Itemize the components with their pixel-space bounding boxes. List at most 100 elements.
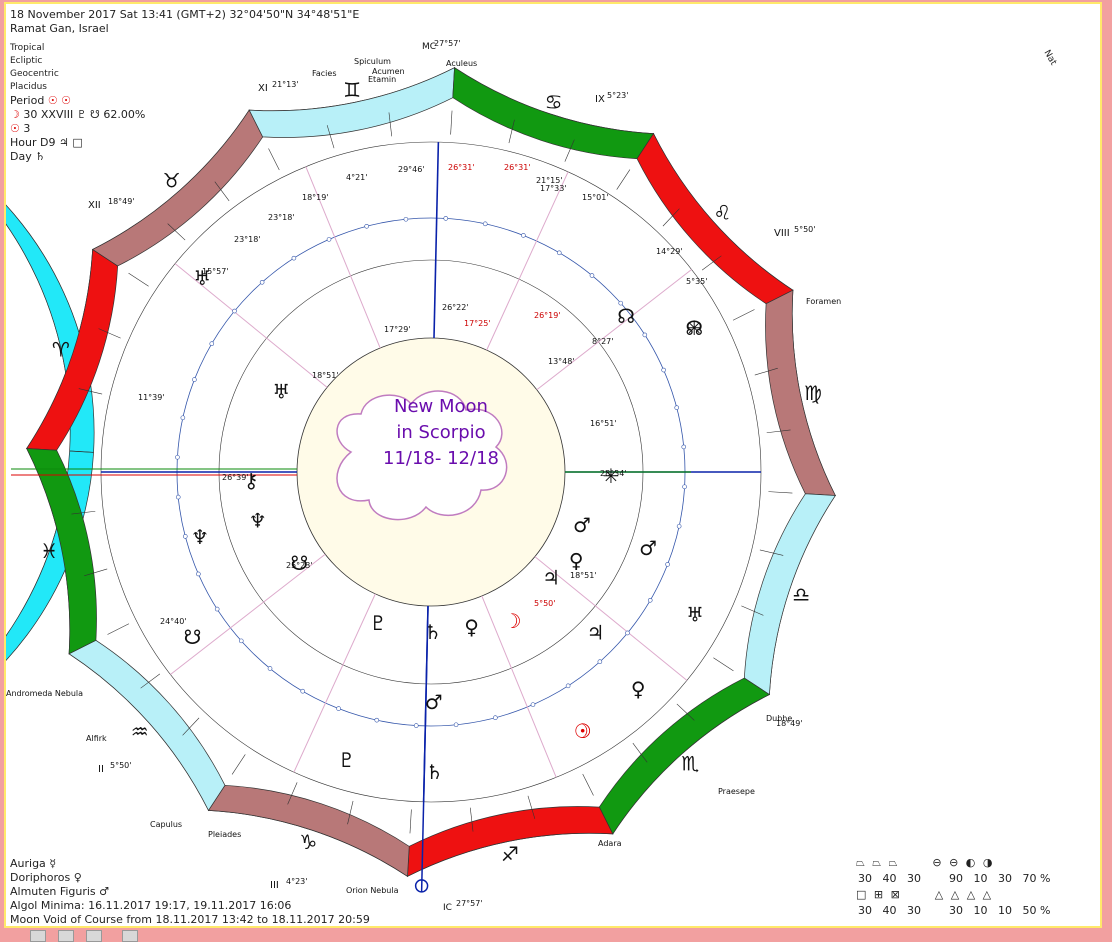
fixed-star-label: Aculeus [446,59,477,68]
aspect-dot [682,484,687,490]
fixed-star-label: Adara [598,839,622,848]
cusp-xii-label: XII [88,200,101,211]
aspect-dot [364,223,369,229]
cusp-xi-degree-label: 21°13' [272,80,299,89]
planet-degree-label: 23°18' [234,235,261,244]
toolbar-button-2[interactable] [58,930,74,942]
mc-degree-label: 27°57' [434,39,461,48]
aspect-dot [443,216,449,221]
planet-degree-label: 16°51' [590,419,617,428]
aspect-dot [493,715,498,721]
venus-icon: ♀ [73,871,82,884]
uranus-inner-glyph-icon: ♅ [272,379,290,403]
vertex-outer-glyph-icon: ✳ [686,316,703,340]
mars-icon: ♂ [99,885,110,898]
aspect-dot [453,722,459,728]
aspect-dot [647,597,653,603]
planet-degree-label: 11°39' [138,393,165,402]
element-values-row2: 30 40 30 30 10 10 50 % [858,904,1051,917]
sun-glyph-icon: ☉ [574,719,592,743]
cusp-ix-label: IX [595,94,605,105]
aspect-dot [180,415,186,421]
planet-degree-label: 15°01' [582,193,609,202]
planet-degree-label: 5°50' [534,599,555,608]
cusp-xi-label: XI [258,83,268,94]
planet-degree-label: 25°23' [286,561,313,570]
aspect-dot [232,308,237,314]
fixed-star-label: Foramen [806,297,841,306]
planet-degree-label: 26°39' [222,473,249,482]
aspect-dot [403,216,409,222]
footer-doriphoros: Doriphoros ♀ [10,871,82,884]
fixed-star-label: Spiculum [354,57,391,66]
planet-degree-label: 26°22' [442,303,469,312]
toolbar-button-4[interactable] [122,930,138,942]
cusp-iii-label: III [270,880,279,891]
aspect-dot [214,606,220,612]
note-title: New Moon [394,396,488,417]
pluto-glyph-icon: ♇ [338,748,356,772]
planet-degree-label: 26°31' [504,163,531,172]
fixed-star-label: Orion Nebula [346,886,399,895]
planet-degree-label: 24°40' [160,617,187,626]
fixed-star-label: Etamin [368,75,396,84]
aspect-dot [267,666,273,671]
fixed-star-label: Pleiades [208,830,241,839]
note-sign: in Scorpio [396,422,486,443]
jupiter-glyph-icon: ♃ [587,621,605,645]
zodiac-glyph-icon: ♏ [681,751,699,775]
planet-degree-label: 26°31' [448,163,475,172]
mercury-icon: ☿ [49,857,57,870]
zodiac-glyph-icon: ♐ [501,842,519,866]
aspect-dot [192,377,197,382]
planet-degree-label: 4°21' [346,173,367,182]
planet-degree-label: 17°29' [384,325,411,334]
footer-moon-void: Moon Void of Course from 18.11.2017 13:4… [10,913,370,926]
cusp-viii-degree-label: 5°50' [794,225,815,234]
zodiac-glyph-icon: ♈ [52,337,70,361]
mars-outer-glyph-icon: ♂ [425,690,443,714]
mars-glyph-icon: ♂ [639,536,657,560]
planet-degree-label: 15°57' [202,267,229,276]
ic-label: IC [443,903,452,913]
cusp-ix-degree-label: 5°23' [607,91,628,100]
moon-inner-glyph-icon: ☽ [504,609,522,633]
aspect-dot [291,255,297,261]
aspect-dot [642,332,648,338]
planet-degree-label: 29°46' [398,165,425,174]
aspect-dot [196,571,201,577]
aspect-dot [661,367,666,373]
planet-degree-label: 8°27' [592,337,613,346]
toolbar-button-3[interactable] [86,930,102,942]
zodiac-glyph-icon: ♍ [804,381,822,405]
jupiter-inner-glyph-icon: ♃ [542,566,560,590]
zodiac-glyph-icon: ♒ [131,719,149,743]
zodiac-glyph-icon: ♌ [713,201,731,225]
planet-degree-label: 5°35' [686,277,707,286]
aspect-dot [482,221,488,227]
aspect-dot [597,659,603,665]
planet-degree-label: 14°29' [656,247,683,256]
aspect-dot [521,233,526,238]
toolbar-button-1[interactable] [30,930,46,942]
neptune-glyph-icon: ♆ [191,525,209,549]
fixed-star-label: Alfirk [86,734,107,743]
aspect-dot [175,454,180,460]
aspect-dot [259,279,265,285]
aspect-dot [209,341,215,347]
venus-second-glyph-icon: ♀ [464,615,479,639]
planet-degree-label: 23°18' [268,213,295,222]
zodiac-glyph-icon: ♉ [163,169,181,193]
aspect-dot [676,523,682,529]
neptune-inner-glyph-icon: ♆ [249,509,267,533]
cusp-iii-degree-label: 4°23' [286,877,307,886]
planet-degree-label: 18°19' [302,193,329,202]
pluto-inner-glyph-icon: ♇ [369,611,387,635]
ic-degree-label: 27°57' [456,899,483,908]
cusp-ii-label: II [98,764,104,775]
aspect-dot [182,534,188,539]
footer-auriga: Auriga ☿ [10,857,57,870]
planet-degree-label: 18°51' [570,571,597,580]
south-node-glyph-icon: ☋ [184,625,202,649]
zodiac-glyph-icon: ♎ [792,583,810,607]
